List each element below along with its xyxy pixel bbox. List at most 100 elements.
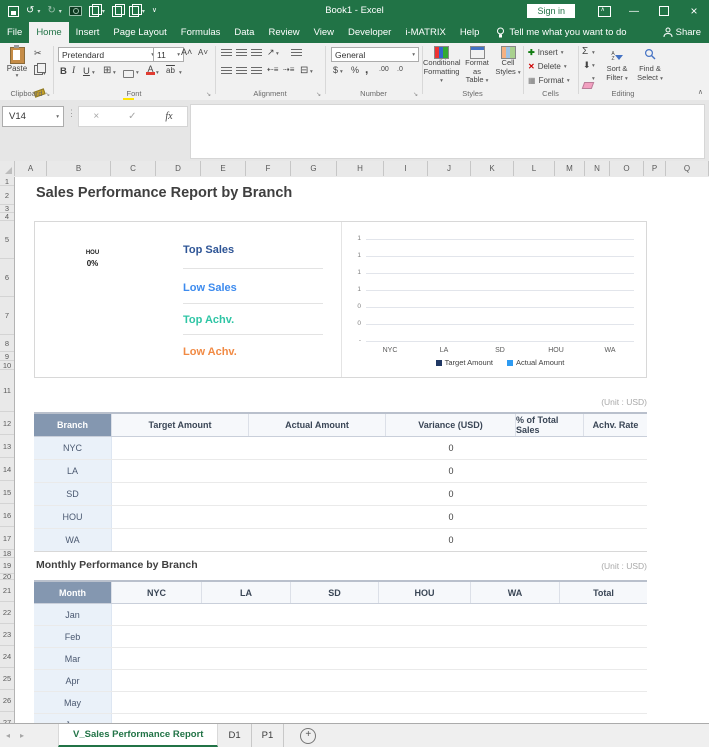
- row-header-15[interactable]: 15: [0, 481, 14, 504]
- autosum-icon[interactable]: Σ: [582, 46, 588, 57]
- alignment-dialog-launcher-icon[interactable]: ↘: [316, 91, 321, 98]
- tab-insert[interactable]: Insert: [69, 22, 107, 43]
- column-header-L[interactable]: L: [514, 161, 555, 176]
- tab-home[interactable]: Home: [29, 22, 68, 43]
- column-header-J[interactable]: J: [428, 161, 471, 176]
- cancel-icon[interactable]: ×: [93, 111, 99, 122]
- row-header-24[interactable]: 24: [0, 646, 14, 668]
- header-cell-actual-amount[interactable]: Actual Amount: [249, 414, 386, 436]
- data-cell[interactable]: [291, 604, 379, 625]
- data-cell[interactable]: [471, 714, 560, 723]
- column-header-C[interactable]: C: [111, 161, 156, 176]
- camera-icon[interactable]: [69, 6, 82, 16]
- row-header-10[interactable]: 10: [0, 361, 14, 370]
- column-header-M[interactable]: M: [555, 161, 585, 176]
- sheet-tab-p1[interactable]: P1: [252, 724, 285, 747]
- data-cell[interactable]: [249, 460, 386, 482]
- format-as-table-button[interactable]: Format as Table ▾: [461, 46, 493, 86]
- data-cell[interactable]: [516, 437, 584, 459]
- tab-formulas[interactable]: Formulas: [174, 22, 228, 43]
- font-dialog-launcher-icon[interactable]: ↘: [206, 91, 211, 98]
- select-all-corner[interactable]: [0, 161, 15, 176]
- data-cell[interactable]: [560, 692, 647, 713]
- italic-button[interactable]: I: [72, 66, 75, 76]
- sheet-tab-d1[interactable]: D1: [218, 724, 251, 747]
- align-right-icon[interactable]: [251, 67, 262, 76]
- column-header-A[interactable]: A: [15, 161, 47, 176]
- collapse-ribbon-icon[interactable]: ∧: [698, 88, 703, 96]
- redo-icon[interactable]: ↻: [47, 6, 55, 16]
- header-cell-achv-rate[interactable]: Achv. Rate: [584, 414, 647, 436]
- sheet-tab-v-sales-performance-report[interactable]: V_Sales Performance Report: [58, 724, 218, 747]
- percent-style-icon[interactable]: %: [351, 65, 359, 75]
- column-header-N[interactable]: N: [585, 161, 610, 176]
- row-header-25[interactable]: 25: [0, 668, 14, 690]
- duplicate-icon[interactable]: [129, 6, 139, 17]
- data-cell[interactable]: [112, 648, 202, 669]
- tell-me-box[interactable]: Tell me what you want to do: [496, 22, 626, 43]
- underline-button[interactable]: U: [83, 66, 90, 77]
- row-label-cell[interactable]: LA: [34, 460, 112, 482]
- data-cell[interactable]: [584, 483, 647, 505]
- decrease-decimal-icon[interactable]: .0: [397, 66, 403, 73]
- maximize-icon[interactable]: [649, 0, 679, 22]
- row-label-cell[interactable]: Apr: [34, 670, 112, 691]
- name-box-dropdown-icon[interactable]: ▾: [56, 114, 59, 120]
- data-cell[interactable]: [202, 648, 291, 669]
- row-label-cell[interactable]: Feb: [34, 626, 112, 647]
- row-header-7[interactable]: 7: [0, 297, 14, 335]
- data-cell[interactable]: [560, 714, 647, 723]
- copy-sheet-icon[interactable]: [112, 6, 122, 17]
- row-label-cell[interactable]: May: [34, 692, 112, 713]
- row-label-cell[interactable]: Jun: [34, 714, 112, 723]
- tab-review[interactable]: Review: [261, 22, 306, 43]
- row-header-26[interactable]: 26: [0, 690, 14, 712]
- data-cell[interactable]: [471, 626, 560, 647]
- sheet-nav-right-icon[interactable]: ▸: [20, 731, 24, 740]
- data-cell[interactable]: [560, 648, 647, 669]
- row-header-1[interactable]: 1: [0, 177, 14, 186]
- borders-icon[interactable]: ⊞: [103, 65, 111, 76]
- font-color-icon[interactable]: A: [146, 64, 155, 75]
- undo-icon[interactable]: ↺: [26, 6, 34, 16]
- data-cell[interactable]: [560, 670, 647, 691]
- data-cell[interactable]: [516, 529, 584, 551]
- name-box[interactable]: V14 ▾: [2, 106, 64, 127]
- data-cell[interactable]: [202, 670, 291, 691]
- tab-view[interactable]: View: [307, 22, 341, 43]
- share-button[interactable]: Share: [663, 22, 701, 43]
- data-cell[interactable]: [112, 483, 249, 505]
- data-cell[interactable]: [560, 626, 647, 647]
- number-format-combo[interactable]: General▾: [331, 47, 419, 62]
- header-cell-month[interactable]: Month: [34, 582, 112, 603]
- font-size-combo[interactable]: 11▾: [153, 47, 184, 62]
- column-header-O[interactable]: O: [610, 161, 644, 176]
- paste-button[interactable]: Paste ▾: [4, 46, 30, 88]
- sign-in-button[interactable]: Sign in: [527, 4, 575, 18]
- tab-i-matrix[interactable]: i-MATRIX: [398, 22, 452, 43]
- row-header-23[interactable]: 23: [0, 624, 14, 646]
- conditional-formatting-button[interactable]: Conditional Formatting ▾: [423, 46, 460, 86]
- copy-icon[interactable]: ▾: [34, 62, 46, 80]
- dashboard-card[interactable]: HOU 0% Top SalesLow SalesTop Achv.Low Ac…: [34, 221, 647, 378]
- shrink-font-icon[interactable]: A˅: [198, 48, 208, 57]
- data-cell[interactable]: [379, 670, 471, 691]
- tab-page-layout[interactable]: Page Layout: [106, 22, 173, 43]
- data-cell[interactable]: [516, 506, 584, 528]
- wrap-text-icon[interactable]: [291, 49, 302, 58]
- data-cell[interactable]: [202, 714, 291, 723]
- align-bottom-icon[interactable]: [251, 49, 262, 58]
- data-cell[interactable]: [379, 714, 471, 723]
- header-cell-variance-usd-[interactable]: Variance (USD): [386, 414, 516, 436]
- row-header-9[interactable]: 9: [0, 352, 14, 361]
- font-name-combo[interactable]: Pretendard▾: [58, 47, 158, 62]
- header-cell-total[interactable]: Total: [560, 582, 647, 603]
- bold-button[interactable]: B: [60, 66, 67, 77]
- data-cell[interactable]: [379, 626, 471, 647]
- data-cell[interactable]: 0: [386, 437, 516, 459]
- header-cell--of-total-sales[interactable]: % of Total Sales: [516, 414, 584, 436]
- data-cell[interactable]: [291, 670, 379, 691]
- data-cell[interactable]: [516, 460, 584, 482]
- row-label-cell[interactable]: WA: [34, 529, 112, 551]
- row-header-4[interactable]: 4: [0, 213, 14, 221]
